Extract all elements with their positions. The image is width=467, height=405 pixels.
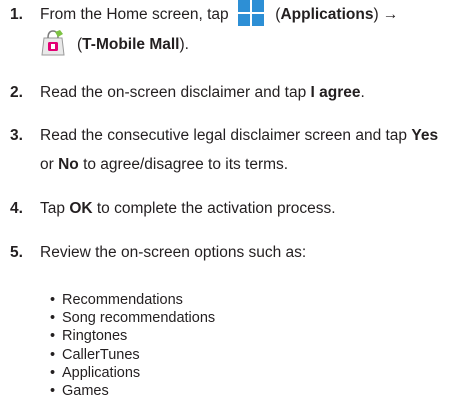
option-label: Song recommendations xyxy=(62,310,216,327)
step-1-text-e: ). xyxy=(179,36,189,53)
step-text-line-2: or No to agree/disagree to its terms. xyxy=(40,152,465,178)
list-item: • Song recommendations xyxy=(50,309,450,327)
ok-label: OK xyxy=(69,200,93,217)
list-item: • Recommendations xyxy=(50,291,450,309)
t-mobile-mall-icon xyxy=(41,30,65,56)
list-item: • CallerTunes xyxy=(50,346,450,364)
step-text: Review the on-screen options such as: xyxy=(40,244,307,261)
applications-label: Applications xyxy=(280,6,374,23)
list-item: • Ringtones xyxy=(50,327,450,345)
list-item: • Applications xyxy=(50,364,450,382)
list-item: • Games xyxy=(50,382,450,400)
step-number: 3. xyxy=(10,127,23,144)
step-1-text-a: From the Home screen, tap xyxy=(40,6,233,23)
step-text: From the Home screen, tap (Applications)… xyxy=(40,0,465,28)
instruction-document: 1. From the Home screen, tap (Applicatio… xyxy=(0,0,467,405)
step-3-text-b: or xyxy=(40,156,59,173)
step-4-text-b: to complete the activation process. xyxy=(92,200,336,217)
bullet-icon: • xyxy=(50,346,56,363)
step-3-text-a: Read the consecutive legal disclaimer sc… xyxy=(40,127,412,144)
step-number: 2. xyxy=(10,84,23,101)
bullet-icon: • xyxy=(50,328,56,345)
applications-icon xyxy=(236,0,265,27)
step-2-end: . xyxy=(360,84,365,101)
step-3-text-c: to agree/disagree to its terms. xyxy=(78,156,289,173)
option-label: Applications xyxy=(62,364,141,381)
step-number: 1. xyxy=(10,6,23,23)
step-text: Tap OK to complete the activation proces… xyxy=(40,196,465,222)
yes-label: Yes xyxy=(411,127,439,144)
bullet-icon: • xyxy=(50,310,56,327)
step-text-line-1: Read the consecutive legal disclaimer sc… xyxy=(40,123,465,149)
step-2-text: Read the on-screen disclaimer and tap xyxy=(40,84,311,101)
option-label: Ringtones xyxy=(62,328,128,345)
bullet-icon: • xyxy=(50,364,56,381)
step-1-text-c: ) → xyxy=(373,6,399,23)
options-list: • Recommendations • Song recommendations •… xyxy=(50,291,450,400)
step-1-line-2: (T-Mobile Mall). xyxy=(77,32,189,58)
t-mobile-mall-label: T-Mobile Mall xyxy=(82,36,180,53)
step-text: Read the on-screen disclaimer and tap I … xyxy=(40,80,465,106)
step-number: 4. xyxy=(10,200,23,217)
option-label: CallerTunes xyxy=(62,346,140,363)
option-label: Recommendations xyxy=(62,292,183,308)
i-agree-label: I agree xyxy=(310,84,361,101)
bullet-icon: • xyxy=(50,292,56,308)
no-label: No xyxy=(58,156,79,173)
step-4-text-a: Tap xyxy=(40,200,70,217)
step-number: 5. xyxy=(10,244,23,261)
option-label: Games xyxy=(62,382,109,399)
bullet-icon: • xyxy=(50,382,56,399)
